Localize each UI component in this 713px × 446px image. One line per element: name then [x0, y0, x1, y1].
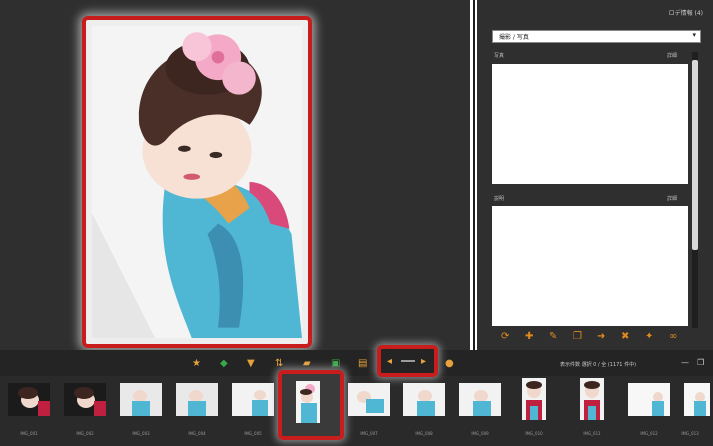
- move-icon[interactable]: ➜: [597, 331, 605, 343]
- restore-icon[interactable]: ❐: [697, 358, 704, 367]
- zoom-control-highlight[interactable]: ◂ ▸: [377, 345, 438, 377]
- thumbnail[interactable]: [403, 383, 445, 416]
- thumbnail[interactable]: [64, 383, 106, 416]
- thumbnail[interactable]: [628, 383, 670, 416]
- star-icon[interactable]: ★: [192, 358, 201, 370]
- filter-icon[interactable]: ▼: [247, 358, 255, 370]
- add-icon[interactable]: ✚: [525, 331, 533, 343]
- zoom-out-icon[interactable]: ◂: [387, 356, 392, 367]
- sort-icon[interactable]: ⇅: [275, 358, 283, 370]
- folder-icon[interactable]: ▰: [303, 358, 311, 370]
- category-dropdown[interactable]: 撮影 / 写真 ▾: [492, 30, 701, 43]
- main-photo-highlight[interactable]: [82, 16, 312, 348]
- viewer-indicator: [94, 9, 124, 24]
- print-icon[interactable]: ▣: [331, 358, 340, 370]
- copy-icon[interactable]: ❐: [573, 331, 582, 343]
- info-panel: ロデ情報 (4) 撮影 / 写真 ▾ 写真 詳細 説明 詳細 ⟳ ✚ ✎ ❐ ➜…: [477, 0, 713, 350]
- thumbnail-label: IMG_001: [20, 431, 38, 436]
- minimize-icon[interactable]: —: [681, 358, 689, 367]
- thumbnail-label: IMG_013: [681, 431, 699, 436]
- main-viewer: [0, 0, 470, 350]
- thumbnail[interactable]: [348, 383, 390, 416]
- thumbnail[interactable]: [232, 383, 274, 416]
- selected-thumbnail-highlight[interactable]: [278, 370, 344, 440]
- export-icon[interactable]: ▤: [358, 358, 367, 370]
- link-icon[interactable]: ∞: [669, 331, 677, 343]
- memo-detail-link[interactable]: 詳細: [667, 52, 677, 59]
- thumbnail[interactable]: [580, 378, 604, 420]
- photo-viewer-window: ロデ情報 (4) 撮影 / 写真 ▾ 写真 詳細 説明 詳細 ⟳ ✚ ✎ ❐ ➜…: [0, 0, 713, 446]
- thumbnail[interactable]: [176, 383, 218, 416]
- thumbnail-label: IMG_004: [188, 431, 206, 436]
- delete-icon[interactable]: ✖: [621, 331, 629, 343]
- dropdown-value: 撮影 / 写真: [499, 34, 529, 41]
- portrait-photo-illustration: [92, 26, 302, 338]
- thumbnail-label: IMG_012: [640, 431, 658, 436]
- thumbnail-label: IMG_003: [132, 431, 150, 436]
- thumbnail-label: IMG_009: [471, 431, 489, 436]
- thumbnail-label: IMG_007: [360, 431, 378, 436]
- zoom-slider[interactable]: [401, 360, 415, 362]
- memo-textarea[interactable]: [492, 64, 688, 184]
- thumbnail[interactable]: [459, 383, 501, 416]
- zoom-in-icon[interactable]: ▸: [421, 356, 426, 367]
- panel-toolbar: ⟳ ✚ ✎ ❐ ➜ ✖ ✦ ∞: [501, 331, 691, 343]
- panel-scroll-thumb[interactable]: [692, 60, 698, 250]
- comment-detail-link[interactable]: 詳細: [667, 195, 677, 202]
- thumbnail-label: IMG_010: [525, 431, 543, 436]
- selected-thumbnail[interactable]: [296, 381, 320, 423]
- edit-icon[interactable]: ✎: [549, 331, 557, 343]
- thumbnail-label: IMG_002: [76, 431, 94, 436]
- main-photo[interactable]: [92, 26, 302, 338]
- memo-label: 写真: [494, 53, 505, 59]
- settings-icon[interactable]: ●: [445, 358, 454, 370]
- panel-title: ロデ情報 (4): [668, 10, 703, 17]
- comment-label: 説明: [494, 196, 505, 202]
- share-icon[interactable]: ✦: [645, 331, 653, 343]
- thumbnail-label: IMG_008: [415, 431, 433, 436]
- chevron-down-icon: ▾: [692, 31, 696, 39]
- rotate-icon[interactable]: ⟳: [501, 331, 509, 343]
- thumbnail[interactable]: [120, 383, 162, 416]
- thumbnail[interactable]: [8, 383, 50, 416]
- thumbnail[interactable]: [522, 378, 546, 420]
- comment-textarea[interactable]: [492, 206, 688, 326]
- panel-splitter[interactable]: [473, 0, 475, 350]
- thumbnail-label: IMG_011: [583, 431, 601, 436]
- window-controls: — ❐: [681, 358, 711, 368]
- thumbnail-label: IMG_005: [244, 431, 262, 436]
- status-text: 表示件数 選択 0 / 全 (1171 件中): [560, 362, 637, 368]
- thumbnail[interactable]: [684, 383, 710, 416]
- tag-icon[interactable]: ◆: [220, 358, 228, 370]
